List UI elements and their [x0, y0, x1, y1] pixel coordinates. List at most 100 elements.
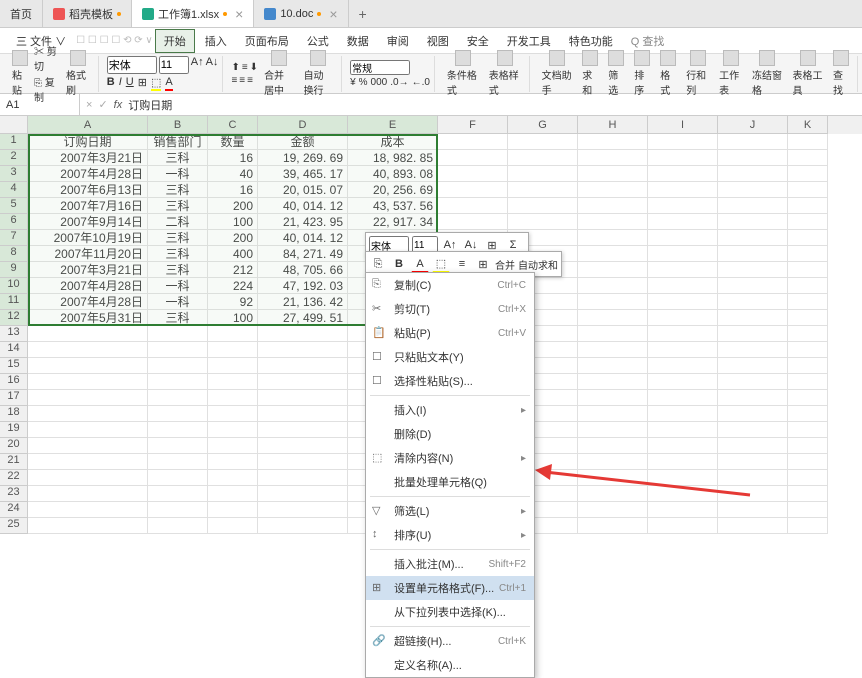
- cell[interactable]: [208, 390, 258, 406]
- cell[interactable]: [258, 454, 348, 470]
- cell[interactable]: [648, 182, 718, 198]
- row-header-18[interactable]: 18: [0, 406, 28, 422]
- cell[interactable]: [718, 310, 788, 326]
- cell[interactable]: [648, 134, 718, 150]
- tab-template[interactable]: 稻壳模板: [43, 0, 132, 27]
- cell[interactable]: 200: [208, 198, 258, 214]
- cell[interactable]: [258, 486, 348, 502]
- cell[interactable]: [28, 326, 148, 342]
- cell[interactable]: [718, 390, 788, 406]
- context-menu-item[interactable]: 插入批注(M)...Shift+F2: [366, 552, 534, 576]
- close-icon[interactable]: ×: [235, 6, 243, 22]
- menu-review[interactable]: 审阅: [379, 30, 417, 52]
- doc-helper-button[interactable]: 文档助手: [538, 48, 577, 99]
- row-header-9[interactable]: 9: [0, 262, 28, 278]
- font-shrink-icon[interactable]: A↓: [206, 56, 219, 74]
- mini-copy-icon[interactable]: ⎘: [369, 255, 387, 273]
- currency-icon[interactable]: ¥: [350, 77, 356, 88]
- cell[interactable]: [578, 230, 648, 246]
- cell[interactable]: [648, 342, 718, 358]
- cell[interactable]: [148, 342, 208, 358]
- cell[interactable]: [718, 278, 788, 294]
- row-header-16[interactable]: 16: [0, 374, 28, 390]
- cell[interactable]: [28, 486, 148, 502]
- format-painter-button[interactable]: 格式刷: [62, 48, 94, 99]
- cell[interactable]: [28, 390, 148, 406]
- cell[interactable]: [28, 358, 148, 374]
- cell[interactable]: [578, 326, 648, 342]
- cell[interactable]: [648, 422, 718, 438]
- cell[interactable]: [788, 486, 828, 502]
- cell[interactable]: 212: [208, 262, 258, 278]
- cell[interactable]: [648, 198, 718, 214]
- col-header-I[interactable]: I: [648, 116, 718, 134]
- cell[interactable]: [438, 214, 508, 230]
- cell[interactable]: [788, 502, 828, 518]
- cell[interactable]: [718, 166, 788, 182]
- context-menu-item[interactable]: 定义名称(A)...: [366, 653, 534, 677]
- cell[interactable]: 2007年4月28日: [28, 294, 148, 310]
- freeze-button[interactable]: 冻结窗格: [748, 48, 787, 99]
- cell[interactable]: [208, 326, 258, 342]
- col-header-G[interactable]: G: [508, 116, 578, 134]
- cell[interactable]: 200: [208, 230, 258, 246]
- cell[interactable]: [578, 374, 648, 390]
- cell[interactable]: [718, 182, 788, 198]
- cell[interactable]: 224: [208, 278, 258, 294]
- fx-cancel-icon[interactable]: ×: [86, 99, 92, 111]
- cell[interactable]: 2007年6月13日: [28, 182, 148, 198]
- cell[interactable]: [788, 342, 828, 358]
- cell[interactable]: 2007年9月14日: [28, 214, 148, 230]
- cell[interactable]: [648, 390, 718, 406]
- cell[interactable]: [578, 390, 648, 406]
- cell[interactable]: 400: [208, 246, 258, 262]
- cell[interactable]: [508, 166, 578, 182]
- cell[interactable]: [648, 358, 718, 374]
- mini-bold-button[interactable]: B: [390, 255, 408, 273]
- cell[interactable]: [788, 518, 828, 534]
- context-menu-item[interactable]: 批量处理单元格(Q): [366, 470, 534, 494]
- cell[interactable]: 一科: [148, 278, 208, 294]
- cell[interactable]: [148, 422, 208, 438]
- cell[interactable]: 84, 271. 49: [258, 246, 348, 262]
- cell[interactable]: [148, 374, 208, 390]
- cell[interactable]: 2007年5月31日: [28, 310, 148, 326]
- underline-button[interactable]: U: [126, 76, 134, 91]
- cell[interactable]: 43, 537. 56: [348, 198, 438, 214]
- cell[interactable]: [788, 166, 828, 182]
- table-tool-button[interactable]: 表格工具: [788, 48, 827, 99]
- cell[interactable]: [648, 214, 718, 230]
- cell[interactable]: 2007年4月28日: [28, 166, 148, 182]
- cell[interactable]: 三科: [148, 182, 208, 198]
- context-menu-item[interactable]: 删除(D): [366, 422, 534, 446]
- cell[interactable]: [28, 518, 148, 534]
- cell[interactable]: [648, 326, 718, 342]
- cell[interactable]: [788, 310, 828, 326]
- cell[interactable]: 100: [208, 214, 258, 230]
- cell[interactable]: [788, 246, 828, 262]
- cell[interactable]: [508, 150, 578, 166]
- cell[interactable]: [718, 358, 788, 374]
- context-menu-item[interactable]: 🔗超链接(H)...Ctrl+K: [366, 629, 534, 653]
- context-menu-item[interactable]: ⬚清除内容(N)▸: [366, 446, 534, 470]
- cell[interactable]: [648, 518, 718, 534]
- cell[interactable]: [148, 502, 208, 518]
- cell[interactable]: [718, 374, 788, 390]
- cell[interactable]: [508, 134, 578, 150]
- cell[interactable]: [258, 470, 348, 486]
- cell[interactable]: [208, 502, 258, 518]
- context-menu-item[interactable]: ☐只粘贴文本(Y): [366, 345, 534, 369]
- rowcol-button[interactable]: 行和列: [682, 48, 713, 99]
- cell[interactable]: [788, 182, 828, 198]
- number-format-select[interactable]: [350, 60, 410, 75]
- col-header-E[interactable]: E: [348, 116, 438, 134]
- cell[interactable]: [208, 422, 258, 438]
- row-header-11[interactable]: 11: [0, 294, 28, 310]
- cell[interactable]: [788, 390, 828, 406]
- cell[interactable]: 2007年7月16日: [28, 198, 148, 214]
- cell[interactable]: [788, 358, 828, 374]
- border-button[interactable]: ⊞: [138, 76, 147, 91]
- cell[interactable]: [788, 454, 828, 470]
- col-header-H[interactable]: H: [578, 116, 648, 134]
- cell[interactable]: [578, 406, 648, 422]
